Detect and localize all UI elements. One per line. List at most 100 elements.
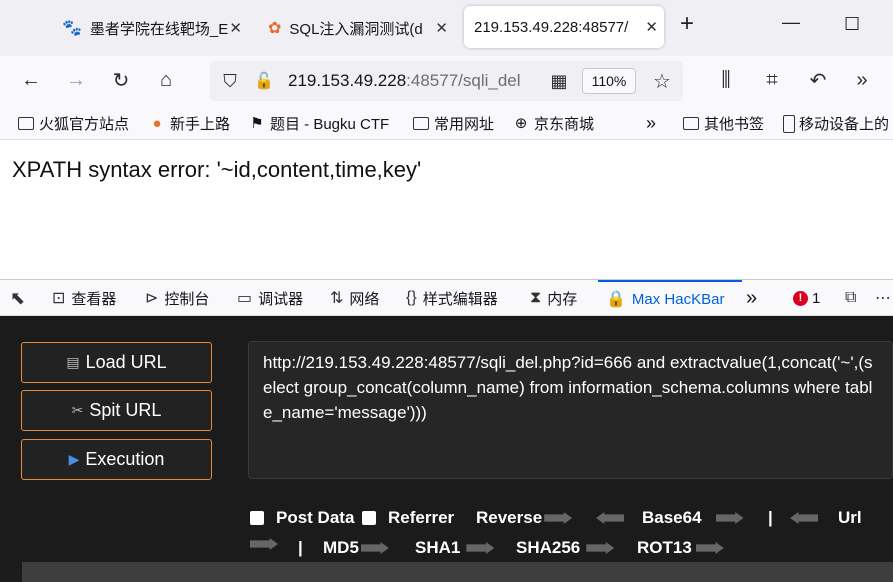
folder-icon (18, 117, 34, 130)
hackbar-bottom-strip (22, 562, 893, 582)
tab-network[interactable]: ⇅ 网络 (330, 280, 379, 316)
tab-active[interactable]: 219.153.49.228:48577/ ✕ (464, 6, 664, 48)
tab-label: SQL注入漏洞测试(d (289, 20, 423, 38)
rainbow-icon: ✿ (268, 20, 282, 37)
execution-button[interactable]: ▶ Execution (21, 439, 212, 480)
new-tab-button[interactable]: + (680, 10, 694, 38)
url-text[interactable]: 219.153.49.228:48577/sqli_del (288, 71, 548, 91)
button-label: Load URL (85, 352, 167, 372)
folder-icon (413, 117, 429, 130)
url-decode-arrow[interactable] (250, 538, 278, 550)
error-count-badge[interactable]: ! 1 (793, 280, 820, 316)
option-label: Reverse (476, 508, 543, 527)
debugger-icon: ▭ (237, 290, 253, 307)
screenshot-icon[interactable]: ⌗ (760, 68, 784, 92)
post-data-checkbox[interactable]: Post Data (250, 508, 354, 528)
library-icon[interactable]: ⫼ (714, 68, 738, 92)
qr-code-icon[interactable]: ▦ (547, 69, 571, 93)
button-label: Execution (85, 449, 165, 469)
globe-icon: ⊕ (514, 114, 528, 132)
tab-console[interactable]: ⊳ 控制台 (145, 280, 209, 316)
option-label: Base64 (642, 508, 702, 527)
tab-max-hackbar[interactable]: 🔒 Max HacKBar (598, 280, 742, 316)
tab-label: 查看器 (71, 290, 117, 308)
bookmark-label: 题目 - Bugku CTF (270, 116, 390, 133)
bookmark-label: 移动设备上的 (799, 116, 890, 133)
minimize-button[interactable]: — (782, 12, 800, 33)
md5-button[interactable]: MD5 (323, 538, 389, 558)
reload-icon[interactable]: ↻ (109, 68, 133, 92)
option-label: Referrer (388, 508, 455, 527)
dock-side-icon[interactable]: ⧉ (845, 280, 862, 316)
sha256-button[interactable]: SHA256 (516, 538, 615, 558)
insecure-lock-icon[interactable]: 🔓 (252, 69, 276, 93)
bookmark-item[interactable]: 常用网址 (413, 113, 494, 134)
option-label: SHA1 (415, 538, 461, 557)
hackbar-url-textarea[interactable]: http://219.153.49.228:48577/sqli_del.php… (248, 341, 893, 479)
home-icon[interactable]: ⌂ (154, 68, 178, 92)
split-url-button[interactable]: ✂ Spit URL (21, 390, 212, 431)
devtools-menu-icon[interactable]: ⋯ (875, 280, 893, 316)
tab-memory[interactable]: ⧗ 内存 (530, 280, 577, 316)
hackbar-panel: ▤ Load URL ✂ Spit URL ▶ Execution http:/… (0, 316, 893, 582)
button-label: Spit URL (89, 400, 162, 420)
bookmark-item[interactable]: ⊕ 京东商城 (512, 113, 594, 134)
shield-icon[interactable]: ⛉ (218, 69, 242, 93)
bookmark-item[interactable]: 移动设备上的 (783, 113, 889, 134)
tab-strip: 🐾 墨者学院在线靶场_E ✕ ✿ SQL注入漏洞测试(d ✕ 219.153.4… (0, 0, 893, 56)
undo-icon[interactable]: ↶ (806, 68, 830, 92)
option-label: ROT13 (637, 538, 692, 557)
sha1-button[interactable]: SHA1 (415, 538, 495, 558)
arrow-right-icon (466, 542, 495, 554)
arrow-right-icon (250, 538, 278, 550)
bookmark-label: 其他书签 (704, 116, 765, 133)
close-icon[interactable]: ✕ (229, 19, 242, 37)
zoom-level[interactable]: 110% (582, 68, 636, 94)
page-content: XPATH syntax error: '~id,content,time,ke… (0, 141, 893, 279)
tab-debugger[interactable]: ▭ 调试器 (237, 280, 303, 316)
devtools-overflow-chevron-icon[interactable]: » (746, 280, 757, 316)
referrer-checkbox[interactable]: Referrer (362, 508, 454, 528)
element-picker-icon[interactable]: ⬉ (10, 280, 31, 316)
bookmarks-bar: 火狐官方站点 ● 新手上路 ⚑ 题目 - Bugku CTF 常用网址 ⊕ 京东… (0, 106, 893, 140)
tab-label: 调试器 (258, 290, 304, 308)
checkbox-icon[interactable] (362, 511, 376, 525)
tab-style-editor[interactable]: {} 样式编辑器 (406, 280, 498, 316)
url-encode-button[interactable]: Url (790, 508, 862, 528)
bookmark-star-icon[interactable]: ☆ (650, 69, 674, 93)
overflow-chevron-icon[interactable]: » (850, 68, 874, 92)
error-icon: ! (793, 290, 808, 306)
bookmarks-overflow-chevron-icon[interactable]: » (646, 113, 656, 134)
flag-icon: ⚑ (250, 114, 264, 132)
option-label: Post Data (276, 508, 355, 527)
close-icon[interactable]: ✕ (645, 18, 658, 36)
checkbox-icon[interactable] (250, 511, 264, 525)
bookmark-item[interactable]: 其他书签 (683, 113, 764, 134)
option-label: MD5 (323, 538, 359, 557)
close-icon[interactable]: ✕ (435, 19, 448, 37)
separator: | (768, 508, 773, 527)
option-label: Url (838, 508, 862, 527)
reverse-button[interactable]: Reverse (476, 508, 573, 528)
url-bar[interactable]: ⛉ 🔓 219.153.49.228:48577/sqli_del ▦ 110%… (210, 61, 683, 101)
bookmark-label: 京东商城 (534, 116, 595, 133)
arrow-left-icon (790, 512, 818, 524)
tab-sql[interactable]: ✿ SQL注入漏洞测试(d ✕ (268, 0, 454, 56)
arrow-right-icon (695, 542, 724, 554)
tab-inspector[interactable]: ⊡ 查看器 (52, 280, 116, 316)
arrow-right-icon (715, 512, 744, 524)
paw-icon: 🐾 (62, 20, 82, 37)
rot13-button[interactable]: ROT13 (637, 538, 724, 558)
forward-icon[interactable]: → (64, 68, 88, 92)
tab-mozhe[interactable]: 🐾 墨者学院在线靶场_E ✕ (62, 0, 248, 56)
tab-label: 控制台 (164, 290, 210, 308)
back-icon[interactable]: ← (19, 68, 43, 92)
maximize-button[interactable]: ☐ (844, 14, 860, 35)
load-url-button[interactable]: ▤ Load URL (21, 342, 212, 383)
bookmark-item[interactable]: 火狐官方站点 (18, 113, 129, 134)
play-icon: ▶ (68, 451, 80, 467)
bookmark-item[interactable]: ⚑ 题目 - Bugku CTF (248, 113, 389, 134)
bookmark-item[interactable]: ● 新手上路 (148, 113, 230, 134)
arrow-right-icon (360, 542, 389, 554)
base64-button[interactable]: Base64 (596, 508, 744, 528)
